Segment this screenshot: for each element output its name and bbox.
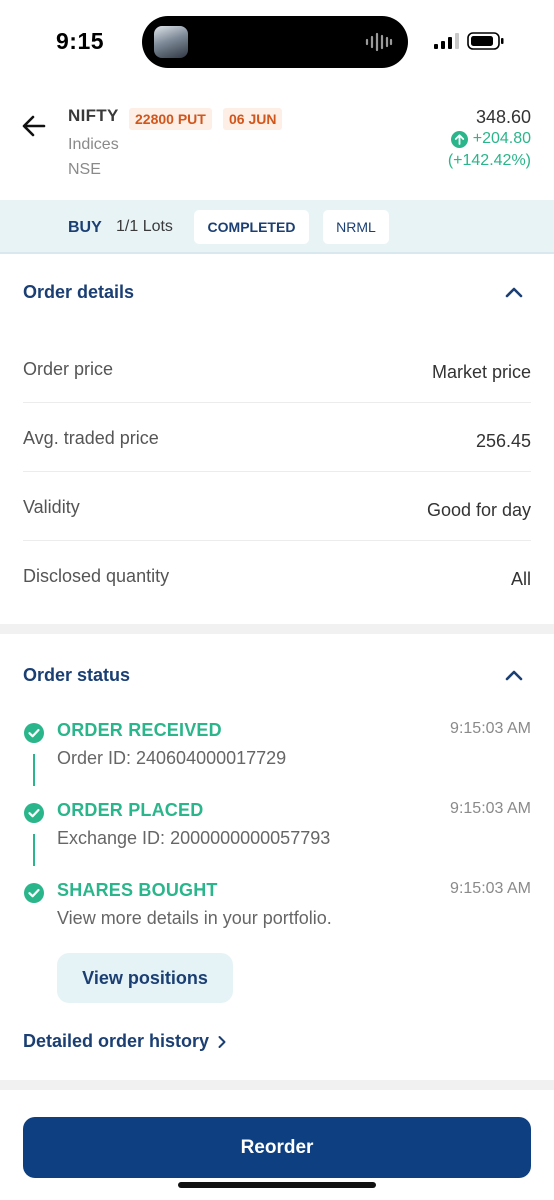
check-circle-icon — [24, 803, 44, 823]
instrument-header: NIFTY 22800 PUT 06 JUN Indices NSE 348.6… — [0, 96, 554, 200]
detail-value: 256.45 — [475, 431, 531, 451]
status-bar: 9:15 — [0, 0, 554, 86]
step-subtitle: Exchange ID: 2000000000057793 — [57, 828, 331, 848]
dynamic-island[interactable] — [142, 16, 408, 68]
arrow-up-circle-icon — [450, 130, 468, 148]
now-playing-artwork — [154, 26, 188, 58]
order-details-title[interactable]: Order details — [23, 282, 134, 303]
check-circle-icon — [24, 883, 44, 903]
detail-value: Market price — [431, 362, 531, 382]
timeline-connector — [33, 754, 35, 786]
status-step-placed: ORDER PLACED Exchange ID: 20000000000577… — [23, 800, 531, 880]
order-side: BUY — [68, 219, 102, 236]
chevron-up-icon[interactable] — [504, 285, 524, 299]
product-type-badge: NRML — [323, 210, 389, 244]
history-link-label: Detailed order history — [23, 1031, 210, 1051]
instrument-exchange: NSE — [68, 161, 101, 178]
expiry-chip: 06 JUN — [223, 108, 283, 130]
order-lots: 1/1 Lots — [116, 218, 173, 235]
detail-row-avg-price: Avg. traded price 256.45 — [23, 403, 531, 472]
section-divider — [0, 624, 554, 634]
chevron-up-icon[interactable] — [504, 668, 524, 682]
detail-label: Order price — [23, 359, 114, 379]
check-circle-icon — [24, 723, 44, 743]
order-status-badge: COMPLETED — [194, 210, 309, 244]
step-time: 9:15:03 AM — [450, 720, 531, 737]
section-divider — [0, 1080, 554, 1090]
strike-chip: 22800 PUT — [129, 108, 212, 130]
status-time: 9:15 — [56, 28, 105, 54]
view-positions-button[interactable]: View positions — [57, 953, 233, 1003]
step-subtitle: View more details in your portfolio. — [57, 908, 332, 928]
back-arrow-icon[interactable] — [20, 112, 48, 140]
audio-waveform-icon — [365, 32, 393, 52]
detail-value: All — [510, 569, 531, 589]
detail-row-disclosed-qty: Disclosed quantity All — [23, 541, 531, 610]
step-time: 9:15:03 AM — [450, 800, 531, 817]
detail-row-validity: Validity Good for day — [23, 472, 531, 541]
status-step-received: ORDER RECEIVED Order ID: 240604000017729… — [23, 720, 531, 800]
price-change-value: +204.80 — [472, 130, 531, 147]
step-time: 9:15:03 AM — [450, 880, 531, 897]
order-status-title[interactable]: Order status — [23, 665, 130, 686]
reorder-button[interactable]: Reorder — [23, 1117, 531, 1178]
chevron-right-icon — [218, 1035, 226, 1048]
step-title: ORDER PLACED — [57, 800, 204, 820]
instrument-segment: Indices — [68, 136, 119, 153]
detail-label: Avg. traded price — [23, 428, 159, 448]
instrument-symbol: NIFTY — [68, 106, 119, 125]
status-step-bought: SHARES BOUGHT View more details in your … — [23, 880, 531, 960]
cellular-signal-icon — [434, 33, 459, 49]
timeline-connector — [33, 834, 35, 866]
last-traded-price: 348.60 — [475, 107, 531, 127]
battery-icon — [467, 32, 504, 50]
detail-label: Disclosed quantity — [23, 566, 170, 586]
home-indicator[interactable] — [178, 1182, 376, 1188]
price-change: +204.80 — [450, 130, 531, 148]
step-subtitle: Order ID: 240604000017729 — [57, 748, 287, 768]
detailed-order-history-link[interactable]: Detailed order history — [23, 1031, 227, 1052]
order-summary-strip: BUY 1/1 Lots COMPLETED NRML — [0, 200, 554, 254]
step-title: SHARES BOUGHT — [57, 880, 218, 900]
detail-value: Good for day — [426, 500, 531, 520]
step-title: ORDER RECEIVED — [57, 720, 222, 740]
price-change-percent: (+142.42%) — [447, 152, 531, 169]
detail-row-order-price: Order price Market price — [23, 334, 531, 403]
detail-label: Validity — [23, 497, 80, 517]
